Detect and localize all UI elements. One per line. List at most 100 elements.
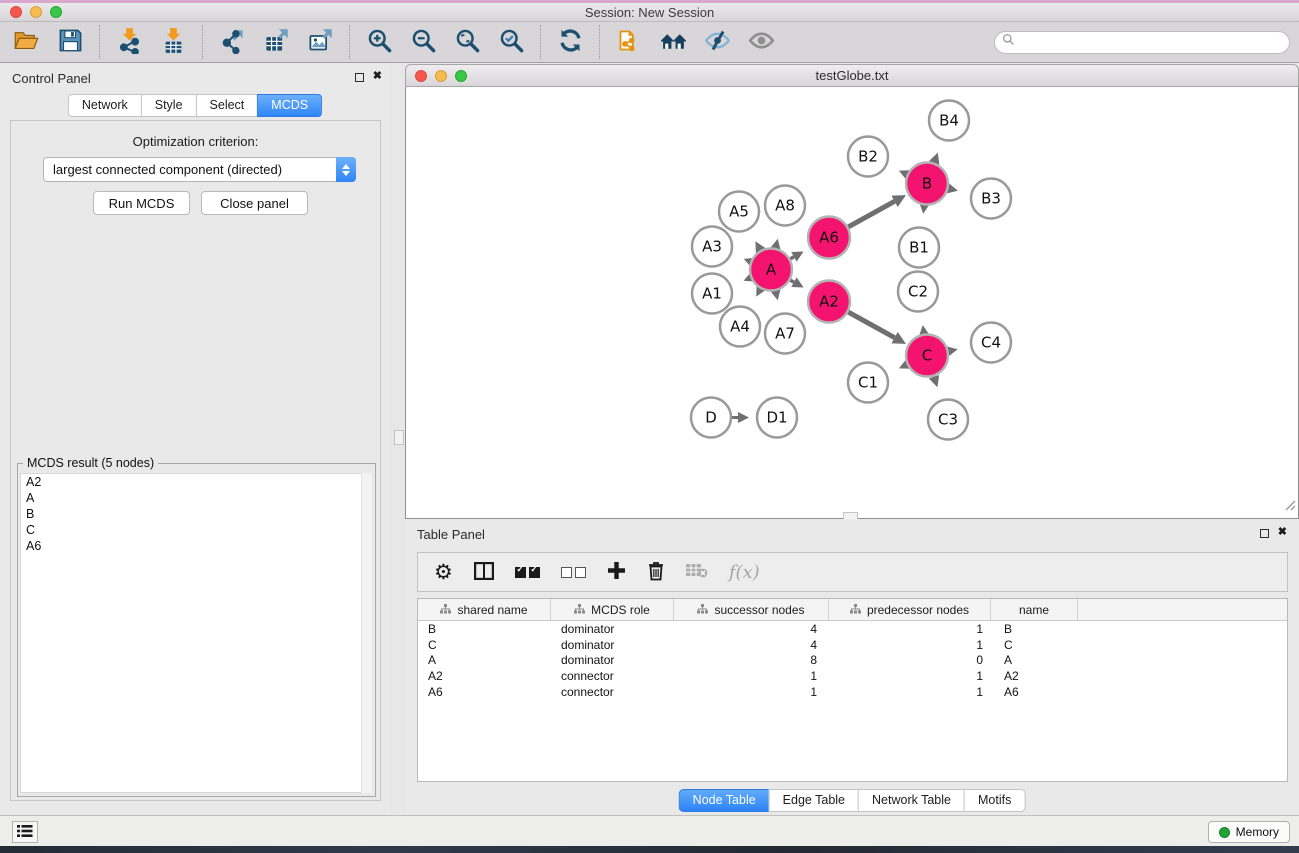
table-cell[interactable]: A6: [418, 685, 551, 699]
column-header-shared-name[interactable]: shared name: [418, 599, 551, 620]
first-neighbors-button[interactable]: [655, 26, 691, 58]
table-cell[interactable]: C: [991, 638, 1078, 652]
show-column-panel-button[interactable]: [474, 562, 494, 583]
float-table-panel-icon[interactable]: [1260, 529, 1269, 538]
graph-node-label: A: [766, 261, 777, 279]
close-table-panel-icon[interactable]: ✖: [1278, 525, 1287, 538]
table-cell[interactable]: connector: [551, 669, 674, 683]
export-image-button[interactable]: [302, 26, 338, 58]
table-cell[interactable]: A2: [991, 669, 1078, 683]
result-item[interactable]: A2: [21, 474, 371, 490]
table-cell[interactable]: B: [418, 622, 551, 636]
import-table-button[interactable]: [155, 26, 191, 58]
memory-button[interactable]: Memory: [1208, 821, 1290, 843]
hide-selected-button[interactable]: [699, 26, 735, 58]
float-panel-icon[interactable]: [355, 73, 364, 82]
column-header-name[interactable]: name: [991, 599, 1078, 620]
table-cell[interactable]: 1: [829, 622, 991, 636]
new-network-from-selection-button[interactable]: [611, 26, 647, 58]
table-cell[interactable]: connector: [551, 685, 674, 699]
graph-node-label: B2: [858, 148, 878, 166]
mcds-result-list[interactable]: A2ABCA6: [20, 473, 372, 793]
table-cell[interactable]: 8: [674, 653, 829, 667]
tab-motifs[interactable]: Motifs: [964, 789, 1025, 812]
table-cell[interactable]: A: [418, 653, 551, 667]
result-item[interactable]: A: [21, 490, 371, 506]
table-cell[interactable]: 1: [829, 669, 991, 683]
delete-column-button[interactable]: [647, 561, 665, 584]
apply-layout-button[interactable]: [552, 26, 588, 58]
search-box[interactable]: [994, 31, 1290, 54]
zoom-selected-button[interactable]: [493, 26, 529, 58]
network-window-titlebar[interactable]: testGlobe.txt: [405, 64, 1299, 87]
table-cell[interactable]: dominator: [551, 622, 674, 636]
graph-edge[interactable]: [848, 201, 894, 227]
optimization-select-value: largest connected component (directed): [44, 162, 336, 177]
show-all-button[interactable]: [743, 26, 779, 58]
tab-edge-table[interactable]: Edge Table: [769, 789, 858, 812]
column-header-predecessor-nodes[interactable]: predecessor nodes: [829, 599, 991, 620]
select-all-columns-button[interactable]: [515, 567, 540, 578]
deselect-all-columns-button[interactable]: [561, 567, 586, 578]
zoom-out-button[interactable]: [405, 26, 441, 58]
table-row[interactable]: A2connector11A2: [418, 668, 1287, 684]
graph-edge[interactable]: [790, 257, 794, 259]
table-cell[interactable]: 1: [674, 669, 829, 683]
result-scrollbar[interactable]: [361, 473, 372, 793]
tab-network[interactable]: Network: [68, 94, 141, 117]
close-panel-button[interactable]: Close panel: [201, 191, 308, 215]
vertical-divider-grip[interactable]: [394, 430, 404, 445]
open-session-button[interactable]: [8, 26, 44, 58]
search-input[interactable]: [1015, 33, 1289, 51]
graph-node-label: C1: [858, 374, 878, 392]
resize-grip-icon[interactable]: [1284, 498, 1296, 516]
tab-select[interactable]: Select: [196, 94, 258, 117]
table-cell[interactable]: dominator: [551, 638, 674, 652]
result-item[interactable]: B: [21, 506, 371, 522]
table-row[interactable]: Bdominator41B: [418, 621, 1287, 637]
add-column-button[interactable]: [607, 561, 626, 583]
table-cell[interactable]: A: [991, 653, 1078, 667]
table-cell[interactable]: 0: [829, 653, 991, 667]
close-panel-icon[interactable]: ✖: [373, 69, 382, 82]
graph-edge[interactable]: [848, 312, 894, 338]
panel-list-button[interactable]: [12, 821, 38, 843]
column-header-successor-nodes[interactable]: successor nodes: [674, 599, 829, 620]
save-session-button[interactable]: [52, 26, 88, 58]
result-item[interactable]: C: [21, 522, 371, 538]
column-tree-icon: [574, 603, 585, 617]
delete-table-button[interactable]: [686, 563, 708, 581]
table-cell[interactable]: 4: [674, 622, 829, 636]
table-cell[interactable]: B: [991, 622, 1078, 636]
run-mcds-button[interactable]: Run MCDS: [93, 191, 190, 215]
tab-network-table[interactable]: Network Table: [858, 789, 964, 812]
tab-node-table[interactable]: Node Table: [679, 789, 769, 812]
graph-edge[interactable]: [790, 280, 794, 282]
import-network-button[interactable]: [111, 26, 147, 58]
zoom-fit-button[interactable]: [449, 26, 485, 58]
network-canvas[interactable]: AA6A2BCA1A3A4A5A7A8B1B2B3B4C1C2C3C4DD1: [405, 87, 1299, 519]
table-cell[interactable]: dominator: [551, 653, 674, 667]
table-cell[interactable]: 1: [829, 685, 991, 699]
table-row[interactable]: Adominator80A: [418, 653, 1287, 669]
zoom-in-button[interactable]: [361, 26, 397, 58]
table-row[interactable]: Cdominator41C: [418, 637, 1287, 653]
table-row[interactable]: A6connector11A6: [418, 684, 1287, 700]
tab-style[interactable]: Style: [141, 94, 196, 117]
table-cell[interactable]: C: [418, 638, 551, 652]
table-cell[interactable]: 1: [674, 685, 829, 699]
eye-slash-icon: [704, 27, 731, 57]
export-network-button[interactable]: [214, 26, 250, 58]
optimization-select[interactable]: largest connected component (directed): [43, 157, 356, 182]
function-builder-button[interactable]: f(x): [729, 562, 760, 583]
table-cell[interactable]: 4: [674, 638, 829, 652]
column-header-mcds-role[interactable]: MCDS role: [551, 599, 674, 620]
table-settings-button[interactable]: ⚙: [434, 562, 453, 582]
table-cell[interactable]: A2: [418, 669, 551, 683]
result-item[interactable]: A6: [21, 538, 371, 554]
tab-mcds[interactable]: MCDS: [257, 94, 322, 117]
table-cell[interactable]: A6: [991, 685, 1078, 699]
table-cell[interactable]: 1: [829, 638, 991, 652]
toolbar-separator: [99, 25, 100, 59]
export-table-button[interactable]: [258, 26, 294, 58]
